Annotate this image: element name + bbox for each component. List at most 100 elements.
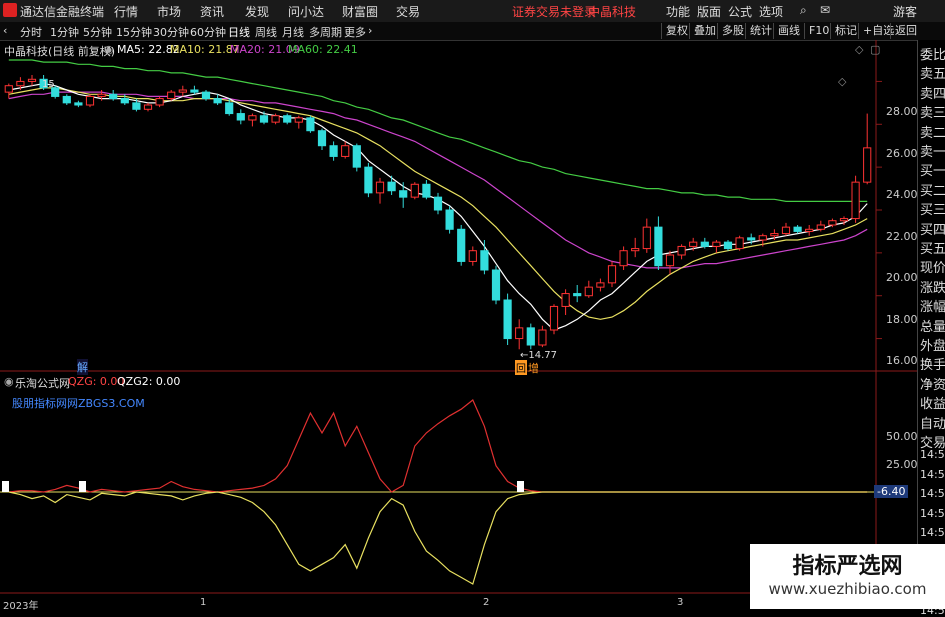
- tongji-button[interactable]: 统计: [745, 23, 772, 39]
- sidebar-item[interactable]: 委比: [920, 44, 945, 63]
- expand-icon[interactable]: ▢: [870, 43, 880, 56]
- menu-wenxiaoda[interactable]: 问小达: [288, 3, 324, 20]
- candle-down: [236, 113, 245, 121]
- candle-up: [584, 286, 593, 297]
- diamond-icon[interactable]: ◇: [855, 43, 863, 56]
- menu-gongneng[interactable]: 功能: [666, 3, 690, 20]
- mail-icon[interactable]: ✉: [820, 3, 830, 17]
- sidebar-item[interactable]: 现价: [920, 257, 945, 276]
- sidebar-item[interactable]: 14:56: [920, 526, 945, 539]
- menu-hangqing[interactable]: 行情: [114, 3, 138, 20]
- menu-caifuquan[interactable]: 财富圈: [342, 3, 378, 20]
- fuquan-button[interactable]: 复权: [661, 23, 688, 39]
- ma60-line: [8, 59, 868, 202]
- candle-up: [143, 104, 153, 110]
- add-favorite-button[interactable]: +自选: [858, 23, 894, 39]
- sidebar-item[interactable]: 卖四: [920, 83, 945, 102]
- candle-up: [16, 80, 25, 87]
- duogu-button[interactable]: 多股: [717, 23, 744, 39]
- sidebar-item[interactable]: 买二: [920, 180, 945, 199]
- sidebar-item[interactable]: 卖三: [920, 102, 945, 121]
- menu-xuanxiang[interactable]: 选项: [759, 3, 783, 20]
- candle-up: [851, 181, 860, 220]
- period-30min[interactable]: 30分钟: [153, 24, 189, 40]
- candle-down: [364, 166, 373, 194]
- sidebar-item[interactable]: 卖五: [920, 63, 945, 82]
- search-icon[interactable]: ⌕: [800, 3, 807, 18]
- price-label-22: 22.00: [886, 230, 918, 243]
- period-weekly[interactable]: 周线: [255, 24, 277, 40]
- sidebar-item[interactable]: 买五: [920, 238, 945, 257]
- sidebar-item[interactable]: 买四: [920, 219, 945, 238]
- signal-marker: [2, 481, 9, 492]
- menu-gongshi[interactable]: 公式: [728, 3, 752, 20]
- sidebar-item[interactable]: 14:56: [920, 507, 945, 520]
- sidebar-item[interactable]: 14:56: [920, 468, 945, 481]
- hui-marker[interactable]: 回: [515, 360, 527, 375]
- candle-up: [271, 115, 280, 123]
- biaoji-button[interactable]: 标记: [830, 23, 857, 39]
- diejia-button[interactable]: 叠加: [689, 23, 716, 39]
- month-label: 2: [483, 597, 490, 608]
- stock-title: 中晶科技(日线 前复权): [4, 45, 116, 58]
- period-daily[interactable]: 日线: [228, 24, 250, 40]
- sidebar-item[interactable]: 收益: [920, 393, 945, 412]
- sidebar-item[interactable]: 总量: [920, 316, 945, 335]
- period-multi[interactable]: 多周期: [309, 24, 342, 40]
- sidebar-item[interactable]: 涨跌: [920, 277, 945, 296]
- candle-down: [793, 226, 802, 232]
- candle-up: [712, 241, 721, 247]
- candle-up: [375, 181, 385, 194]
- candle-down: [352, 145, 361, 168]
- menu-shichang[interactable]: 市场: [157, 3, 181, 20]
- sidebar-item[interactable]: 卖二: [920, 122, 945, 141]
- sidebar-item[interactable]: 自动: [920, 413, 945, 432]
- sidebar-item[interactable]: 外盘: [920, 335, 945, 354]
- sidebar-item[interactable]: 14:56: [920, 487, 945, 500]
- sidebar-item[interactable]: 14:56: [920, 448, 945, 461]
- sidebar-item[interactable]: 换手: [920, 354, 945, 373]
- menu-zixun[interactable]: 资讯: [200, 3, 224, 20]
- settings-icon[interactable]: ◉: [104, 43, 114, 56]
- candle-up: [596, 282, 605, 288]
- period-monthly[interactable]: 月线: [282, 24, 304, 40]
- f10-button[interactable]: F10: [804, 23, 829, 39]
- period-more[interactable]: 更多: [344, 24, 366, 40]
- diamond-right-icon[interactable]: ◇: [838, 75, 846, 88]
- login-status[interactable]: 证券交易未登录: [512, 3, 596, 20]
- month-label: 3: [677, 597, 684, 608]
- indicator-current-value: -6.40: [874, 485, 909, 498]
- stock-chart[interactable]: [0, 40, 917, 609]
- huaxian-button[interactable]: 画线: [773, 23, 800, 39]
- month-label: 1: [200, 597, 207, 608]
- back-button[interactable]: 返回: [890, 23, 917, 39]
- candle-down: [283, 115, 292, 123]
- jie-marker[interactable]: 解: [77, 359, 88, 375]
- candle-down: [132, 102, 141, 110]
- left-arrow-icon[interactable]: ‹: [3, 24, 7, 37]
- period-60min[interactable]: 60分钟: [190, 24, 226, 40]
- sidebar-item[interactable]: 买三: [920, 199, 945, 218]
- sidebar-item[interactable]: 买一: [920, 160, 945, 179]
- zeng-marker[interactable]: 增: [528, 360, 539, 376]
- qzg-line: [8, 399, 868, 493]
- period-15min[interactable]: 15分钟: [116, 24, 152, 40]
- menu-jiaoyi[interactable]: 交易: [396, 3, 420, 20]
- guest-label[interactable]: 游客: [893, 3, 917, 20]
- more-arrow-icon[interactable]: ›: [368, 24, 372, 37]
- period-fenshi[interactable]: 分时: [20, 24, 42, 40]
- period-5min[interactable]: 5分钟: [83, 24, 112, 40]
- menu-banmian[interactable]: 版面: [697, 3, 721, 20]
- indicator-settings-icon[interactable]: ◉: [4, 375, 14, 388]
- sidebar-item[interactable]: 涨幅: [920, 296, 945, 315]
- candle-up: [828, 220, 837, 226]
- period-1min[interactable]: 1分钟: [50, 24, 79, 40]
- sidebar-item[interactable]: 净资: [920, 374, 945, 393]
- candle-up: [816, 224, 825, 230]
- indicator-site-text[interactable]: 股朋指标网网ZBGS3.COM: [12, 395, 145, 411]
- candle-down: [445, 209, 454, 230]
- menu-faxian[interactable]: 发现: [245, 3, 269, 20]
- sidebar-item[interactable]: 卖一: [920, 141, 945, 160]
- indicator-name[interactable]: 乐淘公式网: [15, 375, 70, 391]
- candle-down: [422, 183, 431, 198]
